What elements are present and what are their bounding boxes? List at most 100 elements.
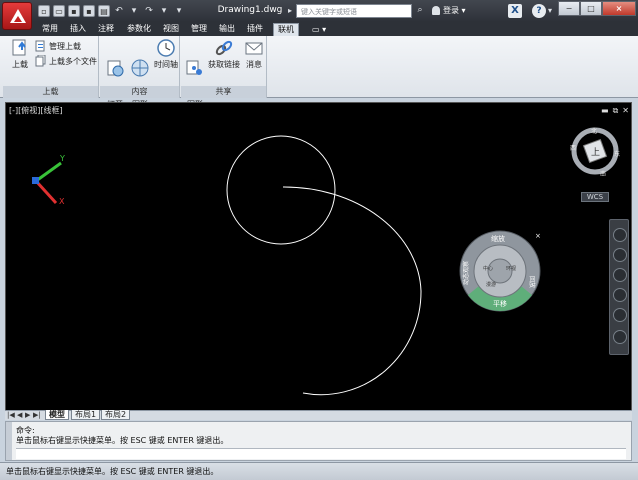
binoculars-icon[interactable]: ⌕ — [414, 5, 426, 17]
undo-icon[interactable]: ↶ — [113, 5, 125, 17]
layout-nav-first[interactable]: |◀ — [7, 411, 15, 419]
quick-access-toolbar: ▫ ▭ ▪ ▪ ▤ ↶ ▾ ↷ ▾ ▾ — [38, 5, 185, 17]
status-bar: 单击鼠标右键显示快捷菜单。按 ESC 键或 ENTER 键退出。 — [0, 462, 638, 480]
status-text: 单击鼠标右键显示快捷菜单。按 ESC 键或 ENTER 键退出。 — [6, 467, 219, 476]
nav-pan-icon[interactable] — [613, 248, 627, 262]
get-link-button[interactable]: 获取链接 — [207, 38, 241, 70]
tab-output[interactable]: 输出 — [215, 23, 239, 36]
undo-dropdown-icon[interactable]: ▾ — [128, 5, 140, 17]
panel-upload-title: 上载 — [3, 86, 98, 98]
login-button[interactable]: 登录 ▾ — [432, 5, 466, 16]
viewcube-top-label: 上 — [591, 147, 600, 158]
layout-nav-prev[interactable]: ◀ — [17, 411, 22, 419]
qat-customize-icon[interactable]: ▾ — [173, 5, 185, 17]
panel-share: 共享 图形 获取链接 消息 共享 — [181, 36, 267, 109]
compass-west-label: 西 — [570, 145, 576, 152]
viewport-controls-label[interactable]: [-][俯视][线框] — [9, 105, 63, 116]
command-window-grip[interactable] — [6, 422, 12, 460]
viewport-window-controls: ▬ ⧉ ✕ — [601, 106, 629, 116]
user-icon — [432, 6, 440, 15]
online-open-icon — [107, 60, 124, 77]
wheel-lookaround-label: 环视 — [506, 265, 516, 272]
tab-home[interactable]: 常用 — [38, 23, 62, 36]
manage-upload-label: 管理上载 — [49, 41, 81, 51]
layout-nav-last[interactable]: ▶| — [33, 411, 41, 419]
print-icon[interactable]: ▤ — [98, 5, 110, 17]
manage-upload-button[interactable]: 管理上载 — [35, 40, 81, 52]
nav-full-wheel-icon[interactable] — [613, 228, 627, 242]
tab-insert[interactable]: 插入 — [66, 23, 90, 36]
wheel-rewind-label: 回放 — [528, 276, 536, 288]
minimize-button[interactable]: − — [558, 1, 580, 16]
upload-multi-label: 上载多个文件 — [49, 56, 97, 66]
autocad-logo-inner — [14, 16, 22, 22]
viewcube[interactable]: 上 北 南 西 东 — [570, 126, 620, 176]
ucs-icon: X Y — [32, 154, 65, 206]
wheel-zoom-label: 缩放 — [491, 234, 505, 243]
ribbon-tabs: 常用 插入 注释 参数化 视图 管理 输出 插件 联机 ▭ ▾ — [0, 22, 638, 36]
tab-layout1[interactable]: 布局1 — [71, 410, 101, 420]
ribbon-toggle-icon[interactable]: ▭ ▾ — [312, 25, 332, 34]
layout-nav-next[interactable]: ▶ — [25, 411, 30, 419]
close-button[interactable]: × — [602, 1, 636, 16]
redo-dropdown-icon[interactable]: ▾ — [158, 5, 170, 17]
command-window: 命令: 单击鼠标右键显示快捷菜单。按 ESC 键或 ENTER 键退出。 — [5, 421, 632, 461]
upload-multi-icon — [35, 55, 46, 67]
tab-online[interactable]: 联机 — [273, 23, 299, 36]
login-label: 登录 — [443, 6, 459, 15]
search-input[interactable]: 键入关键字或短语 — [296, 4, 412, 18]
wheel-orbit-label: 动态观察 — [462, 261, 470, 285]
save-icon[interactable]: ▪ — [68, 5, 80, 17]
navigation-bar — [609, 219, 629, 355]
get-link-icon — [215, 40, 233, 56]
share-drawing-icon — [186, 60, 202, 75]
command-input[interactable] — [16, 448, 626, 459]
exchange-icon[interactable]: X — [508, 4, 522, 18]
compass-south-label: 南 — [600, 170, 606, 176]
viewport-minimize-button[interactable]: ▬ — [601, 106, 609, 116]
save-as-icon[interactable]: ▪ — [83, 5, 95, 17]
upload-button[interactable]: 上载 — [6, 38, 34, 70]
online-drawing-icon — [131, 59, 149, 77]
tab-parametric[interactable]: 参数化 — [123, 23, 155, 36]
tab-view[interactable]: 视图 — [159, 23, 183, 36]
viewport-restore-button[interactable]: ⧉ — [613, 106, 619, 116]
new-icon[interactable]: ▫ — [38, 5, 50, 17]
timeline-button[interactable]: 时间轴 — [152, 38, 180, 70]
nav-showmotion-icon[interactable] — [613, 308, 627, 322]
manage-upload-icon — [35, 40, 45, 52]
nav-settings-icon[interactable] — [613, 330, 627, 344]
nav-orbit-icon[interactable] — [613, 288, 627, 302]
ribbon: 上载 管理上载 上载多个文件 上载 联机 打开 联机 图形 时间轴 内容 — [0, 36, 638, 109]
redo-icon[interactable]: ↷ — [143, 5, 155, 17]
help-icon[interactable]: ? — [532, 4, 546, 18]
upload-label: 上载 — [12, 60, 28, 69]
steering-wheel[interactable]: 缩放 平移 回放 动态观察 中心 环视 漫游 × — [459, 230, 541, 312]
compass-east-label: 东 — [614, 150, 620, 158]
upload-icon — [12, 39, 26, 56]
wcs-menu[interactable]: WCS — [581, 192, 609, 202]
maximize-button[interactable]: □ — [580, 1, 602, 16]
compass-north-label: 北 — [591, 127, 597, 135]
message-button[interactable]: 消息 — [242, 38, 266, 70]
open-icon[interactable]: ▭ — [53, 5, 65, 17]
tab-model[interactable]: 模型 — [45, 410, 69, 420]
tab-plugins[interactable]: 插件 — [243, 23, 267, 36]
tab-layout2[interactable]: 布局2 — [101, 410, 131, 420]
message-label: 消息 — [246, 60, 262, 69]
help-dropdown-icon[interactable]: ▾ — [548, 6, 552, 15]
layout-tabs-bar: |◀ ◀ ▶ ▶| 模型 布局1 布局2 — [5, 410, 632, 420]
application-menu-button[interactable] — [2, 2, 32, 30]
nav-zoom-icon[interactable] — [613, 268, 627, 282]
upload-multi-button[interactable]: 上载多个文件 — [35, 55, 97, 67]
panel-content-title: 内容 — [100, 86, 179, 98]
wheel-pan-label: 平移 — [493, 299, 507, 308]
tab-annotate[interactable]: 注释 — [94, 23, 118, 36]
arc-entity[interactable] — [282, 186, 422, 396]
tab-manage[interactable]: 管理 — [187, 23, 211, 36]
wheel-close-button[interactable]: × — [535, 232, 541, 240]
search-expand-icon[interactable]: ▸ — [288, 6, 292, 15]
document-title: Drawing1.dwg — [217, 5, 283, 15]
get-link-label: 获取链接 — [208, 60, 240, 69]
viewport-close-button[interactable]: ✕ — [622, 106, 629, 116]
